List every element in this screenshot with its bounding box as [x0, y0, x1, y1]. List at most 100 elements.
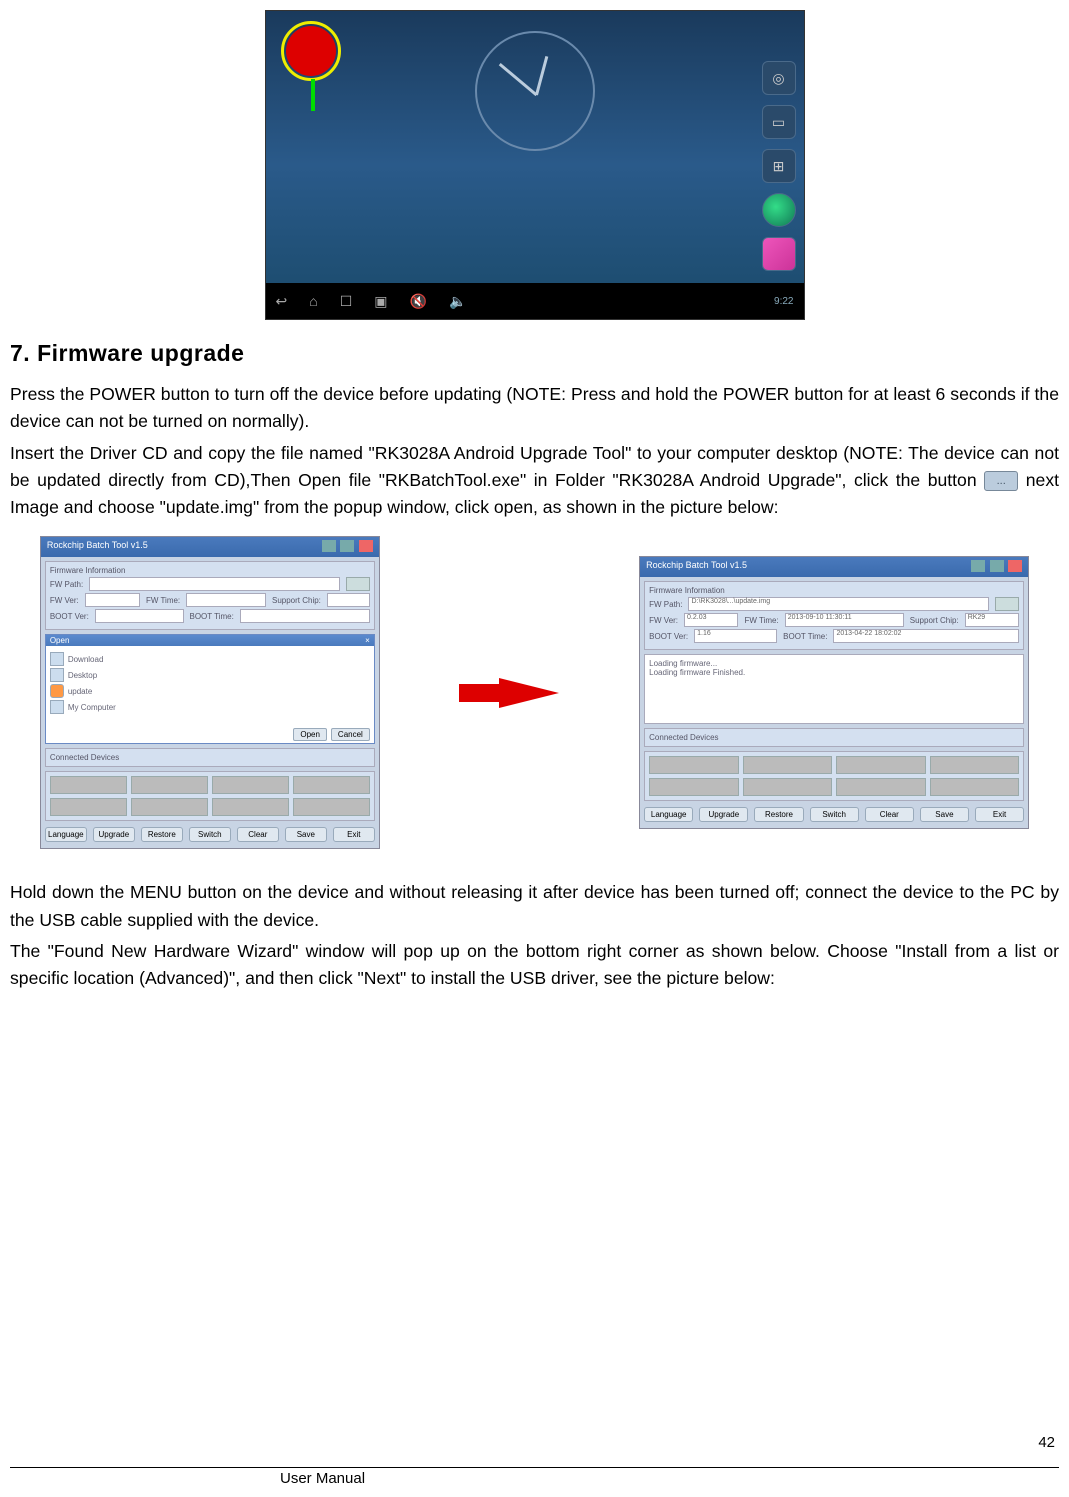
fd-close-icon: ×: [365, 636, 370, 645]
folder-icon: [50, 700, 64, 714]
paragraph-2: Insert the Driver CD and copy the file n…: [10, 440, 1059, 522]
switch-button: Switch: [810, 807, 859, 822]
bootver-label: BOOT Ver:: [50, 612, 89, 621]
recent-icon: ☐: [340, 293, 353, 310]
support-label: Support Chip:: [272, 596, 321, 605]
fd-file: update: [68, 687, 92, 696]
language-button: Language: [45, 827, 87, 842]
vol-up-icon: 🔈: [449, 293, 466, 310]
fwtime-label: FW Time:: [146, 596, 180, 605]
devices-section: Connected Devices: [45, 748, 375, 767]
log-area: Loading firmware... Loading firmware Fin…: [644, 654, 1024, 724]
boottime-input: [240, 609, 370, 623]
support-value: RK29: [965, 613, 1019, 627]
tablet-screenshot: ◎ ▭ ⊞ ↩ ⌂ ☐ ▣ 🔇 🔈 9:22: [265, 10, 805, 320]
nav-bar: ↩ ⌂ ☐ ▣ 🔇 🔈 9:22: [266, 283, 804, 319]
devices-section: Connected Devices: [644, 728, 1024, 747]
firmware-info-section: Firmware Information FW Path: D:\RK3028\…: [644, 581, 1024, 650]
log-line-1: Loading firmware...: [649, 659, 1019, 668]
fwpath-input: [89, 577, 340, 591]
fwtime-input: [186, 593, 266, 607]
browse-button-icon: ...: [984, 471, 1018, 491]
fwtime-label: FW Time:: [744, 616, 778, 625]
device-slot: [131, 776, 208, 794]
window-title: Rockchip Batch Tool v1.5: [646, 560, 747, 574]
gallery-icon: ▭: [762, 105, 796, 139]
paragraph-3: Hold down the MENU button on the device …: [10, 879, 1059, 934]
fwpath-label: FW Path:: [50, 580, 83, 589]
home-icon: ⌂: [309, 293, 317, 309]
bootver-input: [95, 609, 184, 623]
search-icon: ◎: [762, 61, 796, 95]
screenshots-row: Rockchip Batch Tool v1.5 Firmware Inform…: [10, 536, 1059, 849]
clear-button: Clear: [865, 807, 914, 822]
restore-button: Restore: [141, 827, 183, 842]
batchtool-window-before: Rockchip Batch Tool v1.5 Firmware Inform…: [40, 536, 380, 849]
file-dialog-title: Open: [50, 636, 70, 645]
open-file-dialog: Open × Download Desktop update My Comput…: [45, 634, 375, 744]
clear-button: Clear: [237, 827, 279, 842]
fwver-label: FW Ver:: [50, 596, 79, 605]
apps-icon: ⊞: [762, 149, 796, 183]
section-heading: 7. Firmware upgrade: [10, 340, 1059, 367]
page-number: 42: [1038, 1434, 1055, 1451]
titlebar: Rockchip Batch Tool v1.5: [41, 537, 379, 557]
fwver-input: [85, 593, 140, 607]
window-title: Rockchip Batch Tool v1.5: [47, 540, 148, 554]
exit-button: Exit: [333, 827, 375, 842]
device-slot: [649, 778, 739, 796]
folder-icon: [50, 652, 64, 666]
device-slot: [131, 798, 208, 816]
device-slots: [644, 751, 1024, 801]
fwtime-value: 2013-09-10 11:30:11: [785, 613, 904, 627]
maximize-icon: [990, 560, 1004, 572]
arrow-icon: [459, 678, 559, 708]
window-buttons: Language Upgrade Restore Switch Clear Sa…: [644, 807, 1024, 822]
back-icon: ↩: [276, 293, 288, 310]
bootver-label: BOOT Ver:: [649, 632, 688, 641]
firmware-info-section: Firmware Information FW Path: FW Ver: FW…: [45, 561, 375, 630]
save-button: Save: [920, 807, 969, 822]
boottime-label: BOOT Time:: [783, 632, 827, 641]
minimize-icon: [971, 560, 985, 572]
boottime-label: BOOT Time:: [190, 612, 234, 621]
dock-icons: ◎ ▭ ⊞: [762, 61, 796, 271]
device-slot: [50, 798, 127, 816]
browse-button: [346, 577, 370, 591]
browse-button: [995, 597, 1019, 611]
device-slot: [930, 756, 1020, 774]
fw-section-label: Firmware Information: [50, 566, 370, 575]
screenshot-icon: ▣: [374, 293, 387, 310]
clock-widget: [475, 31, 595, 151]
devices-label: Connected Devices: [649, 733, 1019, 742]
maximize-icon: [340, 540, 354, 552]
exit-button: Exit: [975, 807, 1024, 822]
media-icon: [762, 237, 796, 271]
paragraph-1: Press the POWER button to turn off the d…: [10, 381, 1059, 436]
fd-item-0: Download: [68, 655, 104, 664]
pointer-line: [311, 79, 315, 111]
fd-item-3: My Computer: [68, 703, 116, 712]
close-icon: [359, 540, 373, 552]
device-slots: [45, 771, 375, 821]
fwver-label: FW Ver:: [649, 616, 678, 625]
app-shortcut-icon: [286, 26, 336, 76]
vol-down-icon: 🔇: [410, 293, 427, 310]
log-line-2: Loading firmware Finished.: [649, 668, 1019, 677]
fw-section-label: Firmware Information: [649, 586, 1019, 595]
folder-icon: [50, 668, 64, 682]
restore-button: Restore: [754, 807, 803, 822]
device-slot: [743, 778, 833, 796]
fwver-value: 0.2.03: [684, 613, 738, 627]
device-slot: [212, 798, 289, 816]
bootver-value: 1.16: [694, 629, 777, 643]
device-slot: [649, 756, 739, 774]
language-button: Language: [644, 807, 693, 822]
minimize-icon: [322, 540, 336, 552]
device-slot: [293, 776, 370, 794]
file-icon: [50, 684, 64, 698]
device-slot: [212, 776, 289, 794]
status-time: 9:22: [774, 296, 793, 307]
save-button: Save: [285, 827, 327, 842]
browser-icon: [762, 193, 796, 227]
